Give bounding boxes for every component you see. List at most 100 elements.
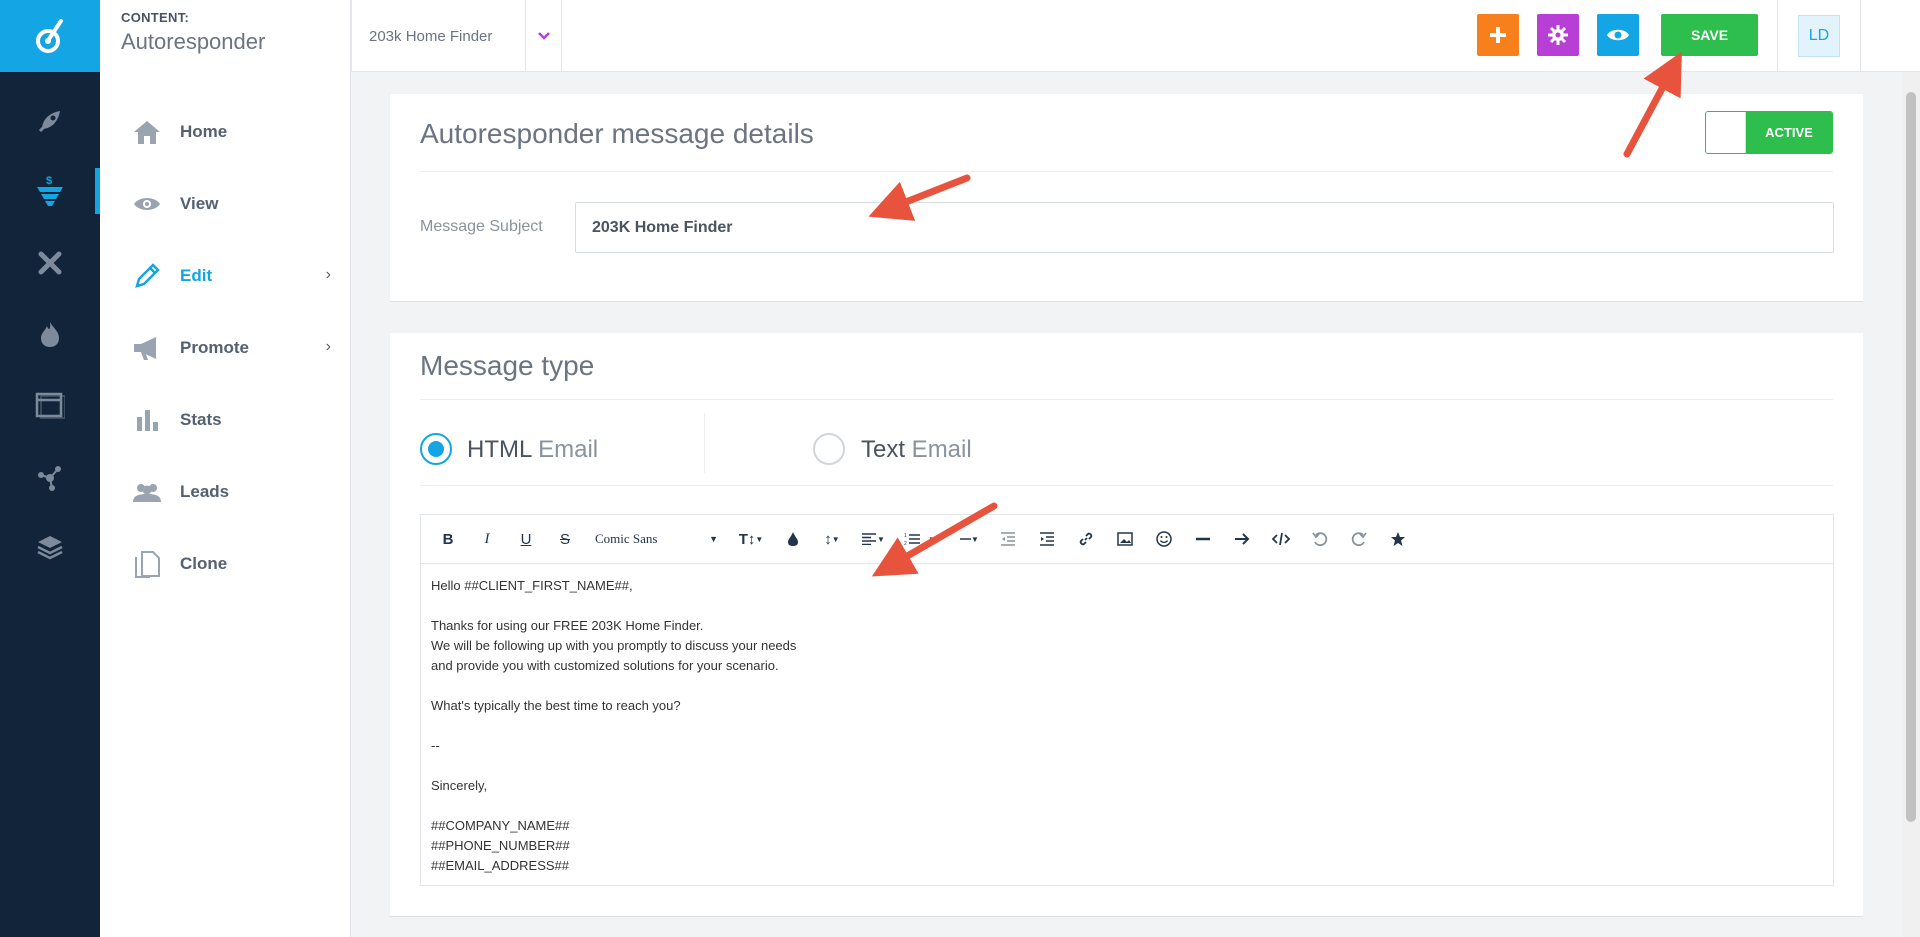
arrow-right-icon[interactable] xyxy=(1227,524,1257,554)
chevron-right-icon: › xyxy=(325,266,331,283)
image-icon[interactable] xyxy=(1110,524,1140,554)
app-logo[interactable] xyxy=(0,0,100,72)
italic-icon[interactable]: I xyxy=(472,524,502,554)
body-line: -- xyxy=(431,738,440,753)
rail-network-icon[interactable] xyxy=(0,452,100,502)
sidebar-item-label: Promote xyxy=(180,338,249,357)
save-button[interactable]: SAVE xyxy=(1661,14,1758,56)
sidebar-item-label: Edit xyxy=(180,266,213,285)
star-icon[interactable] xyxy=(1383,524,1413,554)
redo-icon[interactable] xyxy=(1344,524,1374,554)
message-type-options: HTML Email Text Email xyxy=(420,413,1833,489)
divider xyxy=(420,399,1833,400)
sidebar-item-label: View xyxy=(180,194,219,213)
body-line: Hello ##CLIENT_FIRST_NAME##, xyxy=(431,578,633,593)
chevron-right-icon: › xyxy=(325,338,331,355)
horizontal-line-icon[interactable] xyxy=(1188,524,1218,554)
text-email-main: Text xyxy=(861,436,906,463)
sidebar-item-view[interactable]: View xyxy=(100,168,351,240)
add-button[interactable] xyxy=(1477,14,1519,56)
top-bar: 203k Home Finder SAVE LD xyxy=(351,0,1920,72)
pencil-icon xyxy=(132,261,162,291)
rail-layers-icon[interactable] xyxy=(0,522,100,572)
font-family-select[interactable]: Comic Sans ▼ xyxy=(589,524,724,554)
rail-fire-icon[interactable] xyxy=(0,309,100,359)
divider xyxy=(704,413,705,473)
divider xyxy=(420,485,1833,486)
app-rail: $ xyxy=(0,0,100,937)
megaphone-icon xyxy=(132,333,162,363)
body-line: and provide you with customized solution… xyxy=(431,658,779,673)
toggle-knob xyxy=(1706,112,1746,153)
sidebar-item-promote[interactable]: Promote › xyxy=(100,312,351,384)
divider xyxy=(1860,0,1861,72)
details-title: Autoresponder message details xyxy=(420,118,814,149)
sidebar-item-home[interactable]: Home xyxy=(100,96,351,168)
text-color-icon[interactable] xyxy=(778,524,808,554)
body-line: ##PHONE_NUMBER## xyxy=(431,838,570,853)
settings-button[interactable] xyxy=(1537,14,1579,56)
strikethrough-icon[interactable]: S xyxy=(550,524,580,554)
body-line: What's typically the best time to reach … xyxy=(431,698,681,713)
sidebar-item-label: Leads xyxy=(180,482,230,501)
avatar[interactable]: LD xyxy=(1798,15,1840,57)
people-icon xyxy=(132,477,162,507)
emoji-icon[interactable] xyxy=(1149,524,1179,554)
rail-launch-icon[interactable] xyxy=(0,96,100,146)
line-height-icon[interactable]: ↕ ▼ xyxy=(817,524,847,554)
scrollbar-thumb[interactable] xyxy=(1906,92,1916,822)
editor-content[interactable]: Hello ##CLIENT_FIRST_NAME##, Thanks for … xyxy=(421,564,1833,888)
outdent-icon[interactable] xyxy=(993,524,1023,554)
text-email-radio[interactable] xyxy=(813,433,845,465)
undo-icon[interactable] xyxy=(1305,524,1335,554)
preview-button[interactable] xyxy=(1597,14,1639,56)
page-scrollbar[interactable] xyxy=(1902,72,1920,937)
divider xyxy=(1777,0,1778,72)
rail-funnel-icon[interactable]: $ xyxy=(0,166,100,216)
eye-icon xyxy=(1607,29,1629,41)
message-details-panel: Autoresponder message details ACTIVE Mes… xyxy=(390,94,1863,302)
caret-down-icon: ▼ xyxy=(709,534,718,544)
body-line: Thanks for using our FREE 203K Home Find… xyxy=(431,618,704,633)
section-title: Autoresponder xyxy=(121,29,266,54)
indent-icon[interactable] xyxy=(1032,524,1062,554)
body-line xyxy=(431,796,1823,816)
html-email-main: HTML xyxy=(467,436,532,463)
logo-icon xyxy=(36,19,63,53)
align-icon[interactable]: ▼ xyxy=(856,524,890,554)
plus-icon xyxy=(1490,27,1506,43)
body-line xyxy=(431,596,1823,616)
section-label: CONTENT: xyxy=(121,10,190,25)
svg-text:1: 1 xyxy=(904,533,907,539)
underline-icon[interactable]: U xyxy=(511,524,541,554)
sidebar-item-clone[interactable]: Clone xyxy=(100,528,351,600)
rail-pages-icon[interactable] xyxy=(0,380,100,430)
bold-icon[interactable]: B xyxy=(433,524,463,554)
active-toggle[interactable]: ACTIVE xyxy=(1705,111,1833,154)
divider xyxy=(420,171,1833,172)
funnel-selector[interactable]: 203k Home Finder xyxy=(351,0,526,72)
subject-input[interactable] xyxy=(575,202,1834,253)
svg-text:2: 2 xyxy=(904,541,907,546)
body-line xyxy=(431,676,1823,696)
eye-icon xyxy=(132,189,162,219)
rail-tools-icon[interactable] xyxy=(0,238,100,288)
ordered-list-icon[interactable]: 1 2 ▼ xyxy=(899,524,941,554)
sidebar-item-leads[interactable]: Leads xyxy=(100,456,351,528)
text-email-label[interactable]: Text Email xyxy=(861,436,972,464)
body-line xyxy=(431,716,1823,736)
unordered-list-icon[interactable]: ▼ xyxy=(950,524,984,554)
link-icon[interactable] xyxy=(1071,524,1101,554)
home-icon xyxy=(132,117,162,147)
sidebar-item-stats[interactable]: Stats xyxy=(100,384,351,456)
section-header: CONTENT: Autoresponder xyxy=(121,10,265,55)
html-email-radio[interactable] xyxy=(420,433,452,465)
chevron-down-icon[interactable] xyxy=(526,0,562,72)
font-size-icon[interactable]: T↕ ▼ xyxy=(733,524,769,554)
sidebar-item-edit[interactable]: Edit › xyxy=(100,240,351,312)
message-type-panel: Message type HTML Email Text Email B I U… xyxy=(390,333,1863,917)
code-view-icon[interactable] xyxy=(1266,524,1296,554)
html-email-label[interactable]: HTML Email xyxy=(467,436,598,464)
rich-text-editor: B I U S Comic Sans ▼ T↕▼ ↕▼ ▼ 12▼ ▼ xyxy=(420,514,1834,886)
message-type-title: Message type xyxy=(420,350,595,381)
